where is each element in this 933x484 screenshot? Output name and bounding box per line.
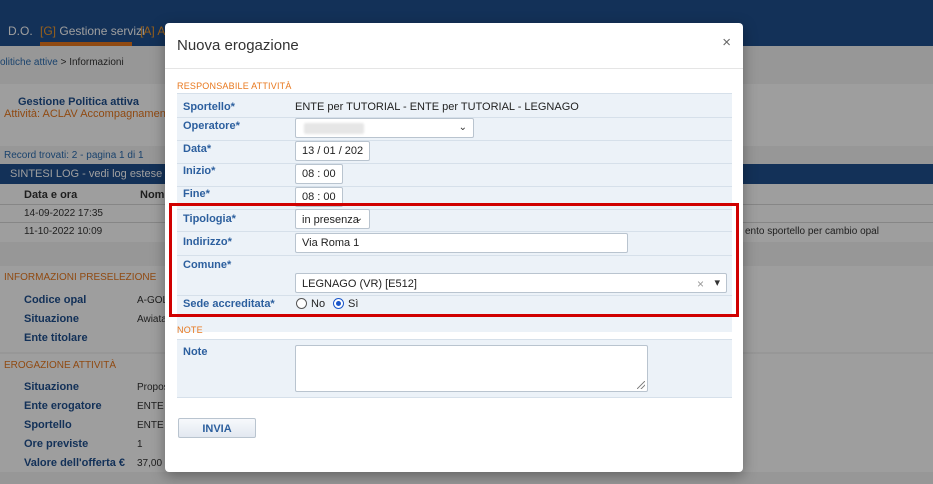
note-label: Note	[183, 346, 208, 358]
section-title-responsabile: RESPONSABILE ATTIVITÀ	[177, 81, 292, 91]
inizio-input[interactable]	[295, 164, 343, 184]
section-title-note: NOTE	[177, 325, 203, 335]
divider	[177, 140, 732, 141]
close-icon[interactable]: ×	[722, 34, 731, 51]
resize-handle[interactable]	[637, 381, 645, 389]
data-label: Data*	[183, 143, 212, 155]
note-textarea[interactable]	[295, 345, 648, 392]
divider	[177, 186, 732, 187]
operatore-label: Operatore*	[183, 120, 240, 132]
chevron-down-icon: ⌄	[458, 122, 467, 133]
inizio-label: Inizio*	[183, 165, 216, 177]
highlight-box	[169, 203, 739, 317]
fine-label: Fine*	[183, 188, 210, 200]
divider	[177, 163, 732, 164]
modal-header: Nuova erogazione ×	[165, 23, 743, 69]
data-input[interactable]	[295, 141, 370, 161]
operatore-select[interactable]: ⌄	[295, 118, 474, 138]
sportello-value: ENTE per TUTORIAL - ENTE per TUTORIAL - …	[295, 101, 579, 113]
redacted-value	[304, 123, 364, 134]
sportello-label: Sportello*	[183, 101, 235, 113]
invia-button[interactable]: INVIA	[178, 418, 256, 438]
modal-title: Nuova erogazione	[177, 37, 299, 54]
divider	[177, 397, 732, 398]
